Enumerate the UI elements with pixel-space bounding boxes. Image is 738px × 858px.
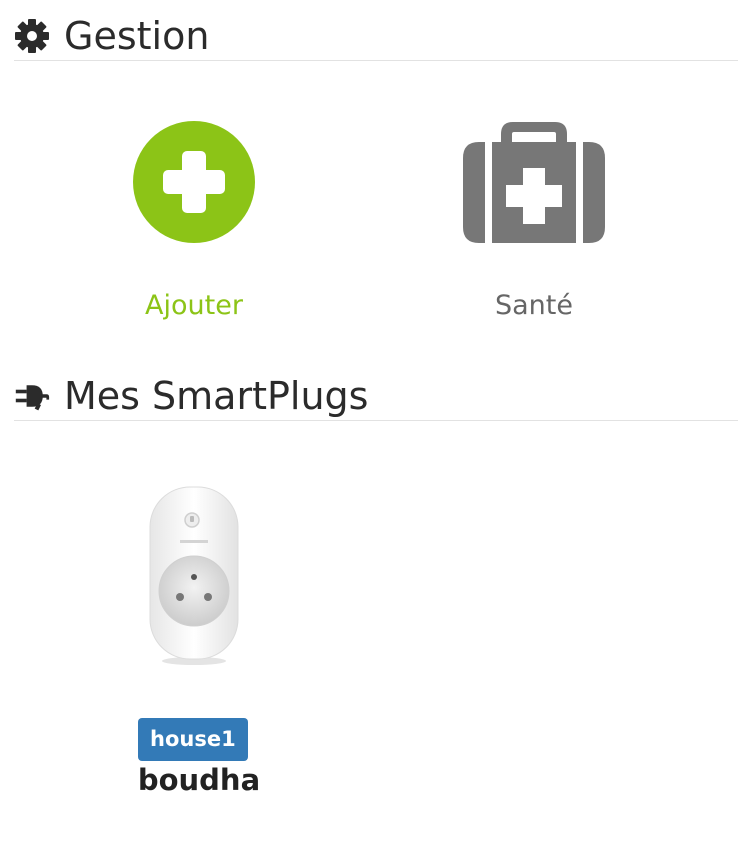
- add-tile[interactable]: Ajouter: [94, 120, 294, 321]
- page: Gestion Ajouter Santé Mes SmartPlugs hou…: [0, 0, 738, 858]
- plug-group-badge: house1: [138, 718, 248, 761]
- smartplug-image: [149, 486, 239, 665]
- health-label: Santé: [495, 290, 573, 321]
- add-label: Ajouter: [145, 290, 243, 321]
- section-title-gestion: Gestion: [64, 14, 210, 58]
- medkit-icon: [463, 122, 605, 243]
- section-header-gestion: Gestion: [14, 12, 738, 61]
- section-title-smartplugs: Mes SmartPlugs: [64, 374, 369, 418]
- section-header-smartplugs: Mes SmartPlugs: [14, 372, 738, 421]
- health-tile[interactable]: Santé: [434, 120, 634, 321]
- gear-icon: [14, 18, 50, 54]
- plug-name: boudha: [137, 763, 261, 797]
- plus-circle-icon: [133, 121, 255, 243]
- plug-icon: [14, 378, 50, 414]
- smartplug-card[interactable]: house1 boudha: [94, 480, 294, 800]
